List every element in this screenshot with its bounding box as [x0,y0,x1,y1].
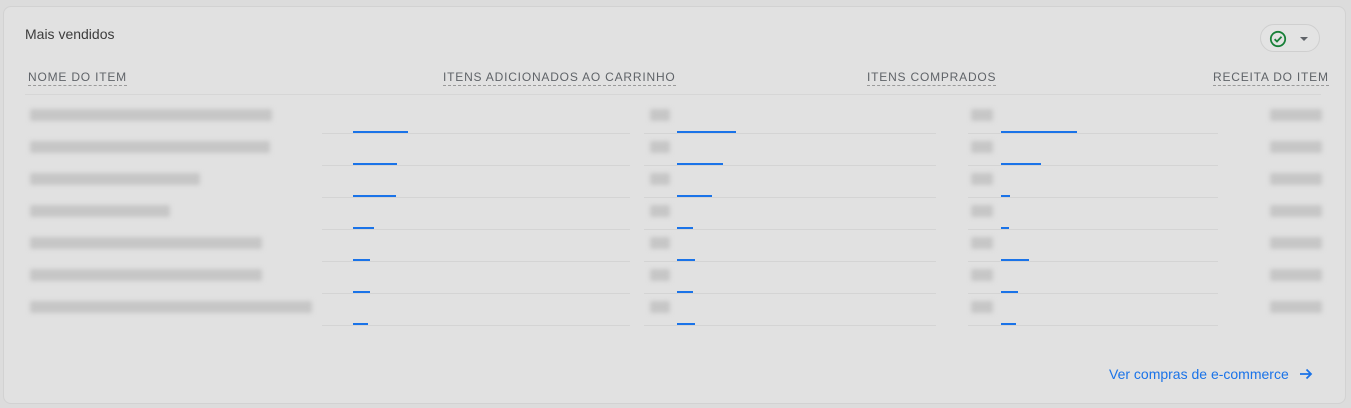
metric-value-redacted [650,205,670,217]
view-ecommerce-purchases-link[interactable]: Ver compras de e-commerce [1109,366,1313,384]
item-name-redacted [30,269,262,281]
column-header-added-to-cart[interactable]: ITENS ADICIONADOS AO CARRINHO [443,70,676,86]
table-row[interactable] [25,165,1321,197]
metric-value-redacted [1270,301,1322,313]
metric-value-redacted [650,141,670,153]
column-header-item-name[interactable]: NOME DO ITEM [28,70,127,86]
row-divider [968,325,1218,326]
metric-value-redacted [971,237,993,249]
view-ecommerce-purchases-label: Ver compras de e-commerce [1109,366,1289,382]
column-header-item-revenue[interactable]: RECEITA DO ITEM [1213,70,1329,86]
metric-value-redacted [650,173,670,185]
metric-value-redacted [971,205,993,217]
card-title: Mais vendidos [25,26,115,42]
item-name-redacted [30,109,272,121]
status-dropdown-button[interactable] [1260,24,1320,52]
item-name-redacted [30,173,200,185]
row-divider [322,325,630,326]
metric-value-redacted [1270,141,1322,153]
metric-value-redacted [971,173,993,185]
metric-value-redacted [650,301,670,313]
header-divider [25,94,1321,95]
row-divider [644,325,936,326]
item-name-redacted [30,301,312,313]
metric-value-redacted [1270,205,1322,217]
metric-value-redacted [1270,237,1322,249]
caret-down-icon [1300,37,1308,41]
metric-bar [353,323,368,325]
metric-value-redacted [1270,173,1322,185]
metric-value-redacted [1270,269,1322,281]
metric-value-redacted [1270,109,1322,121]
metric-value-redacted [971,141,993,153]
metric-bar [677,323,695,325]
metric-value-redacted [650,269,670,281]
metric-value-redacted [971,109,993,121]
item-name-redacted [30,141,270,153]
item-name-redacted [30,205,170,217]
metric-value-redacted [971,269,993,281]
item-name-redacted [30,237,262,249]
metric-value-redacted [650,237,670,249]
metric-bar [1001,323,1016,325]
arrow-right-icon [1299,367,1313,384]
metric-value-redacted [650,109,670,121]
table-row[interactable] [25,197,1321,229]
check-circle-icon [1269,30,1287,53]
metric-value-redacted [971,301,993,313]
column-header-items-purchased[interactable]: ITENS COMPRADOS [867,70,997,86]
